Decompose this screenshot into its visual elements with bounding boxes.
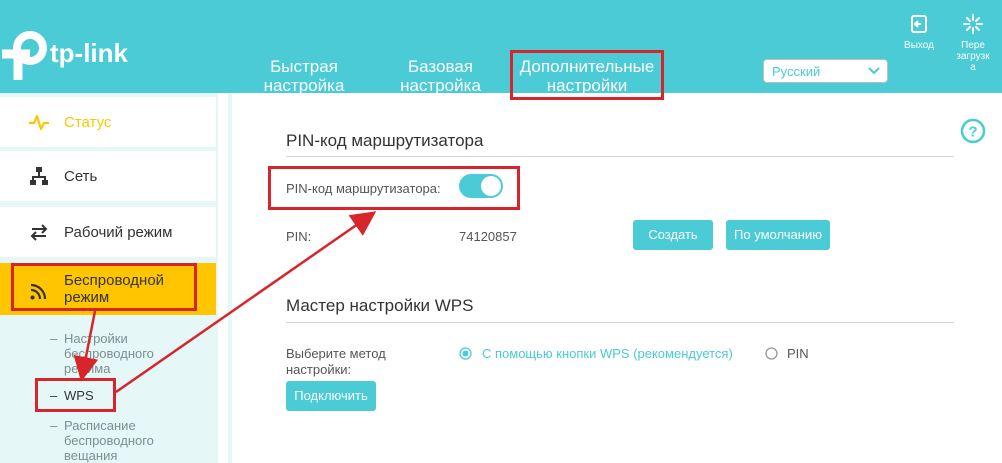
annotation-arrows bbox=[73, 211, 377, 394]
arrow-wireless-to-wps bbox=[73, 310, 99, 382]
arrow-wps-to-pin-toggle bbox=[115, 211, 377, 394]
